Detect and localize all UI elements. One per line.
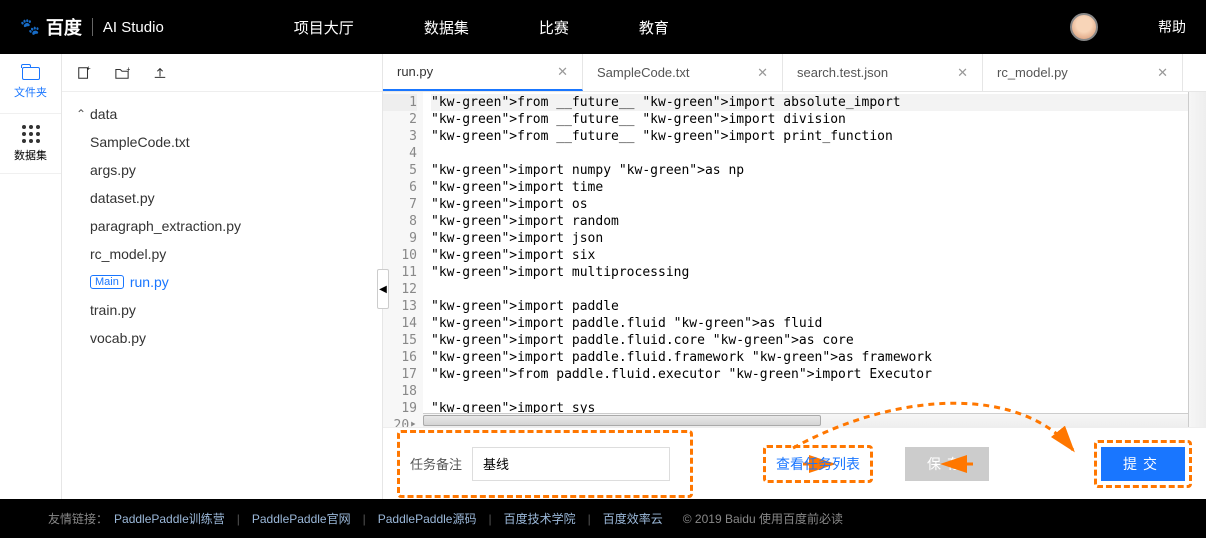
nav-contests[interactable]: 比赛	[539, 17, 569, 38]
top-header: 🐾 百度 AI Studio 项目大厅 数据集 比赛 教育 帮助	[0, 0, 1206, 54]
file-toolbar: + +	[62, 54, 382, 92]
code-editor[interactable]: 1234567891011121314151617181920‣21222324…	[383, 92, 1206, 427]
logo-area[interactable]: 🐾 百度 AI Studio	[20, 14, 164, 40]
avatar[interactable]	[1070, 13, 1098, 41]
upload-icon[interactable]	[152, 66, 168, 80]
editor-area: ◀ run.py✕ SampleCode.txt✕ search.test.js…	[382, 54, 1206, 499]
remark-label: 任务备注	[410, 454, 462, 473]
tab-run[interactable]: run.py✕	[383, 54, 583, 91]
main-badge: Main	[90, 275, 124, 289]
tree-file-main[interactable]: Mainrun.py	[66, 268, 378, 296]
tree-folder-label: data	[90, 106, 117, 122]
svg-text:+: +	[126, 66, 130, 73]
remark-input[interactable]	[472, 447, 670, 481]
editor-tabs: run.py✕ SampleCode.txt✕ search.test.json…	[383, 54, 1206, 92]
collapse-handle-icon[interactable]: ◀	[377, 269, 389, 309]
tree-file[interactable]: SampleCode.txt	[66, 128, 378, 156]
main-nav: 项目大厅 数据集 比赛 教育	[294, 17, 669, 38]
horizontal-scrollbar[interactable]	[423, 413, 1188, 427]
main-area: 文件夹 数据集 + + ⌃ data SampleCode.txt args.p…	[0, 54, 1206, 499]
tab-samplecode[interactable]: SampleCode.txt✕	[583, 54, 783, 91]
save-button[interactable]: 保存	[905, 447, 989, 481]
rail-files[interactable]: 文件夹	[0, 54, 61, 114]
close-icon[interactable]: ✕	[757, 65, 768, 81]
caret-icon: ⌃	[76, 107, 90, 121]
annotation-task-box: 查看任务列表	[763, 445, 873, 483]
annotation-remark-box: 任务备注	[397, 430, 693, 498]
paw-icon: 🐾	[20, 17, 40, 37]
studio-label: AI Studio	[103, 19, 164, 36]
tree-file[interactable]: train.py	[66, 296, 378, 324]
footer-link[interactable]: PaddlePaddle源码	[378, 510, 477, 527]
submit-button[interactable]: 提交	[1101, 447, 1185, 481]
footer-link[interactable]: 百度效率云	[603, 510, 663, 527]
tree-file[interactable]: rc_model.py	[66, 240, 378, 268]
scroll-thumb[interactable]	[423, 415, 821, 426]
footer-link[interactable]: 百度技术学院	[504, 510, 576, 527]
nav-datasets[interactable]: 数据集	[424, 17, 469, 38]
footer-link[interactable]: PaddlePaddle训练营	[114, 510, 225, 527]
left-rail: 文件夹 数据集	[0, 54, 62, 499]
task-list-link[interactable]: 查看任务列表	[776, 456, 860, 472]
code-body[interactable]: "kw-green">from __future__ "kw-green">im…	[423, 92, 1206, 427]
tab-search-json[interactable]: search.test.json✕	[783, 54, 983, 91]
header-right: 帮助	[1070, 13, 1186, 41]
close-icon[interactable]: ✕	[957, 65, 968, 81]
rail-files-label: 文件夹	[14, 84, 47, 100]
tree-file[interactable]: args.py	[66, 156, 378, 184]
annotation-submit-box: 提交	[1094, 440, 1192, 488]
remark-group: 任务备注	[410, 447, 670, 481]
nav-education[interactable]: 教育	[639, 17, 669, 38]
close-icon[interactable]: ✕	[557, 64, 568, 80]
new-folder-icon[interactable]: +	[114, 66, 130, 80]
logo-divider	[92, 18, 93, 36]
tab-rcmodel[interactable]: rc_model.py✕	[983, 54, 1183, 91]
file-panel: + + ⌃ data SampleCode.txt args.py datase…	[62, 54, 382, 499]
dataset-icon	[22, 125, 40, 143]
line-gutter: 1234567891011121314151617181920‣21222324	[383, 92, 423, 427]
rail-dataset[interactable]: 数据集	[0, 114, 61, 174]
tree-file[interactable]: vocab.py	[66, 324, 378, 352]
help-link[interactable]: 帮助	[1158, 17, 1186, 37]
tree-file[interactable]: dataset.py	[66, 184, 378, 212]
footer: 友情链接： PaddlePaddle训练营| PaddlePaddle官网| P…	[0, 499, 1206, 538]
rail-dataset-label: 数据集	[14, 147, 47, 163]
tree-folder-data[interactable]: ⌃ data	[66, 100, 378, 128]
nav-projects[interactable]: 项目大厅	[294, 17, 354, 38]
folder-icon	[22, 67, 40, 80]
baidu-logo: 🐾 百度	[20, 14, 82, 40]
footer-link[interactable]: PaddlePaddle官网	[252, 510, 351, 527]
footer-copyright: © 2019 Baidu 使用百度前必读	[683, 510, 843, 527]
brand-text: 百度	[46, 14, 82, 40]
file-tree: ⌃ data SampleCode.txt args.py dataset.py…	[62, 92, 382, 499]
svg-text:+: +	[87, 66, 91, 72]
bottom-bar: 任务备注 查看任务列表 保存 提交	[383, 427, 1206, 499]
tree-file[interactable]: paragraph_extraction.py	[66, 212, 378, 240]
new-file-icon[interactable]: +	[76, 66, 92, 80]
footer-label: 友情链接：	[48, 510, 108, 527]
close-icon[interactable]: ✕	[1157, 65, 1168, 81]
vertical-scrollbar[interactable]	[1188, 92, 1206, 427]
